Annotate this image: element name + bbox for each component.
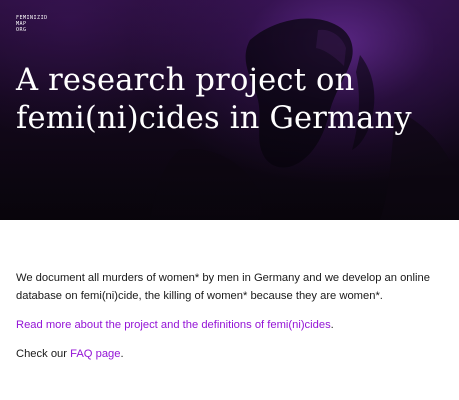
intro-line-2: database on femi(ni)cide, the killing of…: [16, 290, 383, 302]
hero-title: A research project on femi(ni)cides in G…: [16, 62, 436, 138]
faq-prefix-text: Check our: [16, 348, 71, 360]
site-logo[interactable]: FEMINIZID MAP ORG: [16, 15, 48, 34]
project-link-period: .: [330, 319, 334, 331]
intro-line-1: We document all murders of women* by men…: [16, 272, 430, 284]
page: FEMINIZID MAP ORG A research project on …: [0, 0, 459, 400]
project-link-paragraph: Read more about the project and the defi…: [16, 316, 456, 334]
faq-paragraph: Check our FAQ page.: [16, 345, 456, 363]
hero-title-line-2: femi(ni)cides in Germany: [16, 101, 412, 136]
faq-page-link[interactable]: FAQ page: [70, 348, 120, 360]
project-info-link[interactable]: Read more about the project and the defi…: [16, 319, 331, 331]
logo-line-3: ORG: [16, 27, 27, 34]
hero-banner: FEMINIZID MAP ORG A research project on …: [0, 0, 459, 220]
intro-section: We document all murders of women* by men…: [16, 269, 456, 374]
intro-paragraph: We document all murders of women* by men…: [16, 269, 456, 305]
hero-title-line-1: A research project on: [16, 63, 355, 98]
faq-period: .: [120, 348, 124, 360]
